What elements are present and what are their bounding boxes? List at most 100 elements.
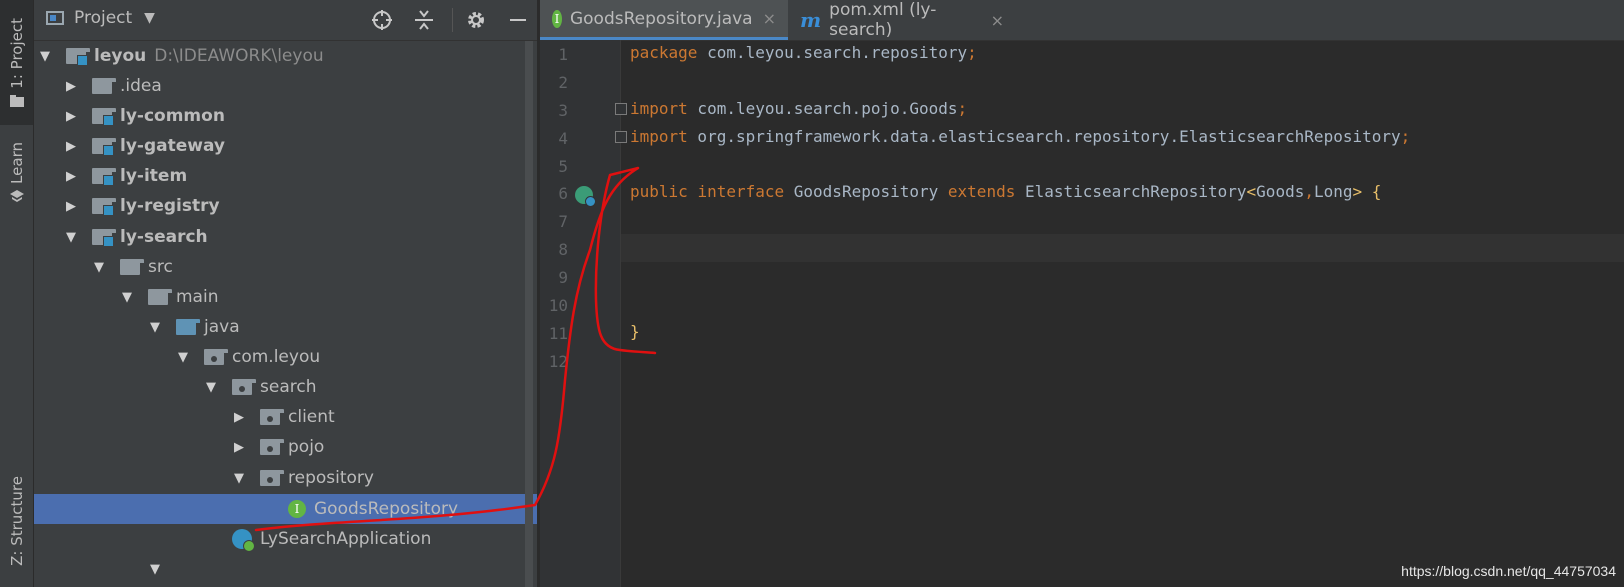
module-folder-icon bbox=[92, 108, 116, 126]
collapse-arrow-icon[interactable]: ▶ bbox=[64, 139, 78, 154]
header-divider bbox=[452, 8, 453, 32]
module-folder-icon bbox=[92, 168, 116, 186]
code-line-1[interactable]: package com.leyou.search.repository; bbox=[630, 43, 977, 62]
collapse-arrow-icon[interactable]: ▶ bbox=[64, 169, 78, 184]
tree-label: client bbox=[288, 407, 335, 427]
tree-row-idea[interactable]: ▶ .idea bbox=[34, 71, 537, 101]
close-icon[interactable]: × bbox=[991, 11, 1004, 30]
tree-row-client[interactable]: ▶ client bbox=[34, 402, 537, 432]
locate-button[interactable] bbox=[368, 6, 396, 34]
editor-tab-bar: I GoodsRepository.java × m pom.xml (ly-s… bbox=[540, 0, 1624, 41]
keyword: import bbox=[630, 127, 688, 146]
collapse-arrow-icon[interactable]: ▶ bbox=[64, 199, 78, 214]
keyword: interface bbox=[697, 182, 785, 201]
panel-scrollbar[interactable] bbox=[525, 41, 533, 587]
type-arg: Long bbox=[1313, 182, 1353, 201]
interface-icon: I bbox=[552, 9, 562, 28]
collapse-arrow-icon[interactable]: ▶ bbox=[232, 440, 246, 455]
code-line-3[interactable]: import com.leyou.search.pojo.Goods; bbox=[630, 99, 967, 118]
expand-arrow-icon[interactable]: ▼ bbox=[148, 562, 162, 577]
code-line-11[interactable]: } bbox=[630, 322, 640, 341]
folder-icon bbox=[9, 94, 24, 107]
line-number: 10 bbox=[548, 296, 568, 315]
tree-row-pojo[interactable]: ▶ pojo bbox=[34, 432, 537, 462]
expand-arrow-icon[interactable]: ▼ bbox=[64, 230, 78, 245]
code-line-6[interactable]: public interface GoodsRepository extends… bbox=[630, 182, 1381, 201]
project-tool-label: 1: Project bbox=[7, 18, 26, 89]
chevron-down-icon: ▼ bbox=[144, 10, 155, 26]
tree-label: search bbox=[260, 377, 317, 397]
collapse-arrow-icon[interactable]: ▶ bbox=[232, 410, 246, 425]
collapse-arrow-icon[interactable]: ▶ bbox=[64, 109, 78, 124]
tree-row-ly-item[interactable]: ▶ ly-item bbox=[34, 161, 537, 191]
watermark-text: https://blog.csdn.net/qq_44757034 bbox=[1401, 563, 1616, 579]
collapse-all-button[interactable] bbox=[410, 6, 438, 34]
code-line-4[interactable]: import org.springframework.data.elastics… bbox=[630, 127, 1410, 146]
tree-row-lysearchapplication[interactable]: LySearchApplication bbox=[34, 524, 537, 554]
maven-icon: m bbox=[800, 8, 822, 32]
tree-label: ly-search bbox=[120, 227, 208, 247]
angle-bracket: < bbox=[1246, 182, 1257, 201]
expand-arrow-icon[interactable]: ▼ bbox=[148, 320, 162, 335]
tree-label: ly-common bbox=[120, 106, 225, 126]
source-folder-icon bbox=[176, 319, 200, 335]
project-window-icon bbox=[46, 11, 64, 25]
learn-tool-tab[interactable]: Learn bbox=[0, 132, 33, 212]
tree-label: .idea bbox=[120, 76, 162, 96]
tab-goodsrepository-java[interactable]: I GoodsRepository.java × bbox=[540, 0, 788, 40]
folder-icon bbox=[92, 78, 116, 94]
tree-label: src bbox=[148, 257, 173, 277]
close-icon[interactable]: × bbox=[763, 9, 776, 28]
tree-row-com-leyou[interactable]: ▼ com.leyou bbox=[34, 342, 537, 372]
tree-label: ly-gateway bbox=[120, 136, 225, 156]
tree-row-leyou[interactable]: ▼ leyou D:\IDEAWORK\leyou bbox=[34, 41, 537, 71]
fold-marker-icon[interactable] bbox=[615, 103, 627, 115]
open-brace: { bbox=[1362, 182, 1382, 201]
tab-pom-xml[interactable]: m pom.xml (ly-search) × bbox=[788, 0, 1016, 40]
package-icon bbox=[232, 379, 256, 395]
tree-row-repository[interactable]: ▼ repository bbox=[34, 463, 537, 493]
line-number: 7 bbox=[558, 212, 568, 231]
expand-arrow-icon[interactable]: ▼ bbox=[232, 471, 246, 486]
project-path: D:\IDEAWORK\leyou bbox=[154, 46, 324, 66]
base-type: ElasticsearchRepository bbox=[1015, 182, 1247, 201]
tree-label: com.leyou bbox=[232, 347, 321, 367]
collapse-arrow-icon[interactable]: ▶ bbox=[64, 79, 78, 94]
spring-boot-class-icon bbox=[232, 529, 255, 552]
project-tool-tab[interactable]: 1: Project bbox=[0, 0, 33, 125]
hide-panel-button[interactable] bbox=[504, 6, 532, 34]
expand-arrow-icon[interactable]: ▼ bbox=[120, 290, 134, 305]
angle-bracket: > bbox=[1352, 182, 1363, 201]
tree-label: ly-item bbox=[120, 166, 188, 186]
expand-arrow-icon[interactable]: ▼ bbox=[204, 380, 218, 395]
line-number: 1 bbox=[558, 45, 568, 64]
structure-tool-tab[interactable]: Z: Structure bbox=[0, 455, 33, 587]
tree-row-ly-common[interactable]: ▶ ly-common bbox=[34, 101, 537, 131]
semicolon: ; bbox=[1400, 127, 1411, 146]
package-icon bbox=[260, 409, 284, 425]
semicolon: ; bbox=[957, 99, 968, 118]
expand-arrow-icon[interactable]: ▼ bbox=[92, 260, 106, 275]
tree-row-ly-gateway[interactable]: ▶ ly-gateway bbox=[34, 131, 537, 161]
tree-row-goodsrepository[interactable]: I GoodsRepository bbox=[34, 494, 537, 524]
tree-row-src[interactable]: ▼ src bbox=[34, 252, 537, 282]
learn-icon bbox=[9, 189, 24, 202]
implemented-marker-icon[interactable] bbox=[575, 186, 596, 207]
tree-row-main[interactable]: ▼ main bbox=[34, 282, 537, 312]
interface-name: GoodsRepository bbox=[784, 182, 948, 201]
settings-button[interactable] bbox=[462, 6, 490, 34]
tree-row-ly-registry[interactable]: ▶ ly-registry bbox=[34, 191, 537, 221]
expand-arrow-icon[interactable]: ▼ bbox=[176, 350, 190, 365]
module-folder-icon bbox=[92, 138, 116, 156]
fold-marker-icon[interactable] bbox=[615, 131, 627, 143]
tab-label: GoodsRepository.java bbox=[569, 8, 753, 29]
tree-row-ly-search[interactable]: ▼ ly-search bbox=[34, 222, 537, 252]
crosshair-icon bbox=[372, 10, 392, 30]
keyword: import bbox=[630, 99, 688, 118]
tab-label: pom.xml (ly-search) bbox=[829, 0, 937, 40]
tree-row-java[interactable]: ▼ java bbox=[34, 312, 537, 342]
project-view-selector[interactable]: Project ▼ bbox=[46, 8, 155, 28]
tree-row-search[interactable]: ▼ search bbox=[34, 372, 537, 402]
expand-arrow-icon[interactable]: ▼ bbox=[38, 49, 52, 64]
type-arg: Goods bbox=[1256, 182, 1305, 201]
